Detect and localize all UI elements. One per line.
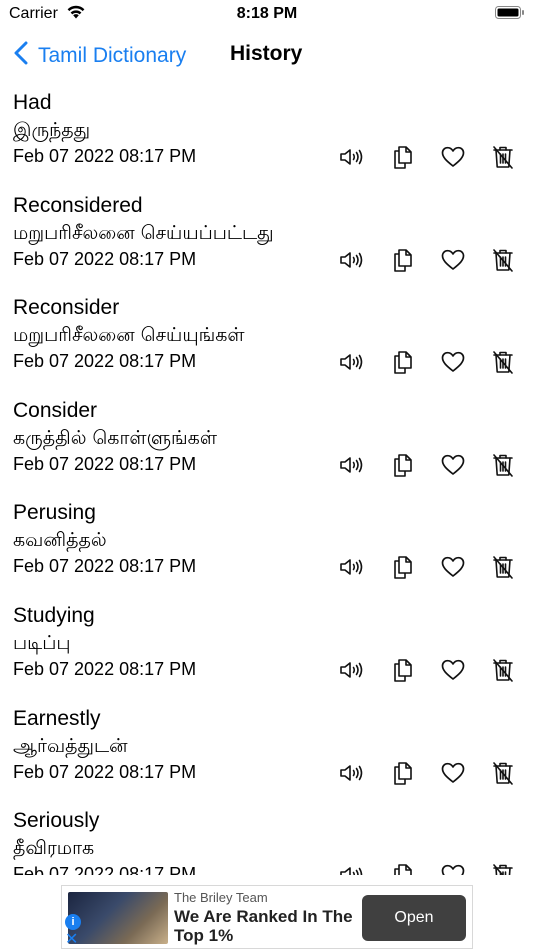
history-list[interactable]: Had இருந்தது Feb 07 2022 08:17 PM Recons…: [0, 85, 534, 875]
trash-icon[interactable]: [489, 348, 517, 376]
tamil-meaning: கவனித்தல்: [13, 529, 107, 552]
copy-icon[interactable]: [389, 246, 417, 274]
copy-icon[interactable]: [389, 861, 417, 875]
timestamp: Feb 07 2022 08:17 PM: [13, 761, 197, 782]
ad-headline: We Are Ranked In The Top 1%: [174, 907, 353, 945]
battery-icon: [495, 6, 525, 19]
status-bar: Carrier 8:18 PM: [0, 0, 534, 30]
timestamp: Feb 07 2022 08:17 PM: [13, 453, 197, 474]
speaker-icon[interactable]: [337, 246, 365, 274]
trash-icon[interactable]: [489, 143, 517, 171]
copy-icon[interactable]: [389, 553, 417, 581]
timestamp: Feb 07 2022 08:17 PM: [13, 146, 197, 166]
history-row[interactable]: Had இருந்தது Feb 07 2022 08:17 PM: [0, 85, 534, 188]
timestamp: Feb 07 2022 08:17 PM: [13, 248, 197, 269]
back-button-label: Tamil Dictionary: [38, 43, 187, 67]
tamil-meaning: மறுபரிசீலனை செய்யுங்கள்: [13, 324, 245, 347]
ad-image[interactable]: [68, 892, 168, 944]
timestamp: Feb 07 2022 08:17 PM: [13, 351, 197, 372]
heart-icon[interactable]: [439, 348, 467, 376]
back-button[interactable]: Tamil Dictionary: [14, 41, 186, 70]
history-row[interactable]: Earnestly ஆர்வத்துடன் Feb 07 2022 08:17 …: [0, 701, 534, 804]
clock: 8:18 PM: [236, 5, 298, 22]
navigation-bar: Tamil Dictionary History: [0, 30, 534, 80]
trash-icon[interactable]: [489, 861, 517, 875]
history-row[interactable]: Reconsidered மறுபரிசீலனை செய்யப்பட்டது F…: [0, 188, 534, 291]
heart-icon[interactable]: [439, 246, 467, 274]
timestamp: Feb 07 2022 08:17 PM: [13, 864, 197, 875]
history-row[interactable]: Studying படிப்பு Feb 07 2022 08:17 PM: [0, 598, 534, 701]
history-row[interactable]: Seriously தீவிரமாக Feb 07 2022 08:17 PM: [0, 803, 534, 875]
history-row[interactable]: Perusing கவனித்தல் Feb 07 2022 08:17 PM: [0, 495, 534, 598]
copy-icon[interactable]: [389, 451, 417, 479]
copy-icon[interactable]: [389, 759, 417, 787]
heart-icon[interactable]: [439, 759, 467, 787]
english-word: Seriously: [13, 809, 100, 833]
english-word: Reconsidered: [13, 193, 143, 217]
trash-icon[interactable]: [489, 656, 517, 684]
english-word: Consider: [13, 398, 98, 422]
speaker-icon[interactable]: [337, 656, 365, 684]
speaker-icon[interactable]: [337, 861, 365, 875]
english-word: Had: [13, 91, 52, 114]
speaker-icon[interactable]: [337, 553, 365, 581]
chevron-left-icon: [14, 41, 28, 70]
history-row[interactable]: Reconsider மறுபரிசீலனை செய்யுங்கள் Feb 0…: [0, 290, 534, 393]
page-title: History: [230, 42, 303, 65]
heart-icon[interactable]: [439, 553, 467, 581]
close-icon[interactable]: ✕: [65, 932, 78, 948]
info-icon[interactable]: i: [65, 914, 81, 930]
heart-icon[interactable]: [439, 143, 467, 171]
speaker-icon[interactable]: [337, 348, 365, 376]
speaker-icon[interactable]: [337, 451, 365, 479]
tamil-meaning: தீவிரமாக: [13, 837, 95, 860]
copy-icon[interactable]: [389, 143, 417, 171]
speaker-icon[interactable]: [337, 759, 365, 787]
tamil-meaning: கருத்தில் கொள்ளுங்கள்: [13, 426, 217, 449]
ad-open-button[interactable]: Open: [362, 895, 466, 941]
trash-icon[interactable]: [489, 246, 517, 274]
heart-icon[interactable]: [439, 451, 467, 479]
english-word: Studying: [13, 603, 95, 627]
ad-banner[interactable]: i ✕ The Briley Team We Are Ranked In The…: [61, 885, 473, 949]
english-word: Earnestly: [13, 706, 101, 730]
speaker-icon[interactable]: [337, 143, 365, 171]
timestamp: Feb 07 2022 08:17 PM: [13, 658, 197, 679]
trash-icon[interactable]: [489, 759, 517, 787]
copy-icon[interactable]: [389, 348, 417, 376]
english-word: Reconsider: [13, 296, 120, 320]
heart-icon[interactable]: [439, 656, 467, 684]
timestamp: Feb 07 2022 08:17 PM: [13, 556, 197, 577]
tamil-meaning: இருந்தது: [13, 119, 91, 141]
history-row[interactable]: Consider கருத்தில் கொள்ளுங்கள் Feb 07 20…: [0, 393, 534, 496]
ad-advertiser: The Briley Team: [174, 890, 268, 905]
english-word: Perusing: [13, 501, 96, 525]
copy-icon[interactable]: [389, 656, 417, 684]
tamil-meaning: படிப்பு: [13, 631, 71, 654]
tamil-meaning: மறுபரிசீலனை செய்யப்பட்டது: [13, 221, 274, 244]
heart-icon[interactable]: [439, 861, 467, 875]
tamil-meaning: ஆர்வத்துடன்: [13, 734, 128, 757]
trash-icon[interactable]: [489, 451, 517, 479]
trash-icon[interactable]: [489, 553, 517, 581]
